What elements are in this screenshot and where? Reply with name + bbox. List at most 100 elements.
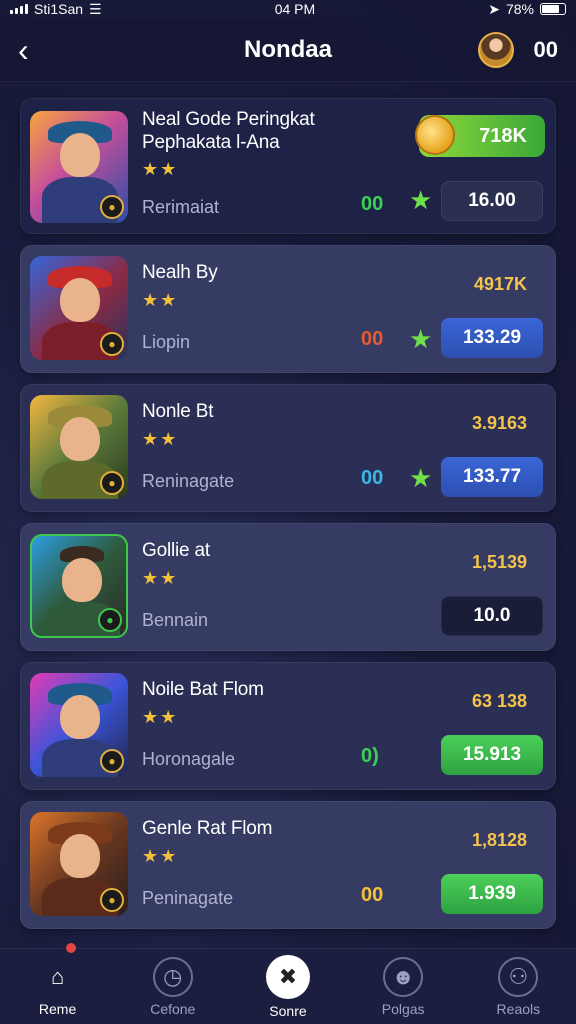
item-score: 0) bbox=[361, 745, 379, 767]
coin-balance[interactable]: 718K bbox=[415, 115, 545, 157]
price-button[interactable]: 133.77 bbox=[441, 457, 543, 497]
star-icon: ★ bbox=[160, 290, 177, 310]
header: ‹ Nondaa 00 bbox=[0, 18, 576, 82]
list-item[interactable]: ● Neal Gode Peringkat Pephakata l-Ana ★ ★… bbox=[20, 98, 556, 234]
carrier-name: Sti1San bbox=[34, 1, 84, 17]
status-bar: Sti1San ☰ 04 PM ➤ 78% bbox=[0, 0, 576, 18]
face-shape bbox=[60, 417, 100, 461]
status-time: 04 PM bbox=[274, 1, 316, 17]
star-icon: ★ bbox=[142, 290, 159, 310]
list-item[interactable]: ● Genle Rat Flom ★ ★ Peninagate 1,8128 00… bbox=[20, 801, 556, 929]
tab-bar: ⌂ Reme ◷ Cefone ✖ Sonre ☻ Polgas ⚇ Reaol… bbox=[0, 942, 576, 1024]
star-icon: ★ bbox=[142, 707, 159, 727]
person-icon: ⚇ bbox=[498, 956, 539, 997]
level-badge-icon: ● bbox=[100, 195, 124, 219]
level-badge-icon: ● bbox=[100, 332, 124, 356]
game-thumbnail: ● bbox=[30, 673, 128, 777]
avatar[interactable] bbox=[477, 31, 514, 68]
list-item[interactable]: ● Noile Bat Flom ★ ★ Horonagale 63 138 0)… bbox=[20, 662, 556, 790]
price-button[interactable]: 15.913 bbox=[441, 735, 543, 775]
header-right: 00 bbox=[477, 31, 558, 68]
tab-cefone[interactable]: ◷ Cefone bbox=[123, 956, 223, 1017]
header-count: 00 bbox=[533, 36, 558, 62]
list-item[interactable]: ● Nealh By ★ ★ Liopin 4917K 00 ★ 133.29 bbox=[20, 245, 556, 373]
location-icon: ➤ bbox=[488, 0, 500, 17]
item-score: 00 bbox=[361, 884, 384, 906]
star-icon: ★ bbox=[142, 568, 159, 588]
star-icon: ★ bbox=[160, 429, 177, 449]
tab-reaols[interactable]: ⚇ Reaols bbox=[468, 956, 568, 1017]
green-star-icon: ★ bbox=[409, 463, 433, 493]
rating-stars: ★ ★ bbox=[142, 568, 176, 589]
rating-stars: ★ ★ bbox=[142, 429, 176, 450]
star-icon: ★ bbox=[142, 159, 159, 179]
notification-dot bbox=[65, 942, 76, 953]
price-button[interactable]: 10.0 bbox=[441, 596, 543, 636]
status-left: Sti1San ☰ bbox=[10, 1, 102, 18]
clock-icon: ◷ bbox=[152, 956, 193, 997]
face-shape bbox=[60, 278, 100, 322]
game-thumbnail: ● bbox=[30, 395, 128, 499]
star-icon: ★ bbox=[142, 846, 159, 866]
signal-icon bbox=[10, 4, 28, 14]
rating-stars: ★ ★ bbox=[142, 290, 176, 311]
price-button[interactable]: 1.939 bbox=[441, 874, 543, 914]
status-right: ➤ 78% bbox=[488, 1, 566, 18]
star-icon: ★ bbox=[160, 846, 177, 866]
star-icon: ★ bbox=[160, 159, 177, 179]
green-star-icon: ★ bbox=[409, 185, 433, 215]
price-button[interactable]: 16.00 bbox=[441, 181, 543, 221]
cross-icon: ✖ bbox=[265, 954, 310, 999]
coin-icon bbox=[415, 115, 455, 155]
item-rating: 1,5139 bbox=[471, 552, 527, 572]
game-thumbnail: ● bbox=[30, 534, 128, 638]
item-title: Genle Rat Flom bbox=[142, 818, 273, 839]
rating-stars: ★ ★ bbox=[142, 159, 176, 180]
tab-label: Reme bbox=[38, 1000, 77, 1017]
item-subtitle: Horonagale bbox=[142, 749, 236, 769]
tab-polgas[interactable]: ☻ Polgas bbox=[353, 956, 453, 1017]
list-item[interactable]: ● Nonle Bt ★ ★ Reninagate 3.9163 00 ★ 133… bbox=[20, 384, 556, 512]
face-icon: ☻ bbox=[383, 956, 424, 997]
tab-home[interactable]: ⌂ Reme bbox=[8, 942, 108, 1017]
tab-label: Cefone bbox=[150, 1000, 196, 1017]
item-subtitle: Reninagate bbox=[142, 471, 235, 491]
level-badge-icon: ● bbox=[100, 471, 124, 495]
item-score: 00 bbox=[361, 193, 384, 215]
tab-label: Reaols bbox=[496, 1000, 541, 1017]
item-subtitle: Peninagate bbox=[142, 888, 234, 908]
tab-sonre[interactable]: ✖ Sonre bbox=[238, 954, 338, 1019]
game-list: ● Neal Gode Peringkat Pephakata l-Ana ★ ★… bbox=[20, 98, 556, 940]
battery-icon bbox=[540, 3, 566, 15]
star-icon: ★ bbox=[160, 568, 177, 588]
face-shape bbox=[60, 133, 100, 177]
item-score: 00 bbox=[361, 328, 384, 350]
item-subtitle: Rerimaiat bbox=[142, 197, 220, 217]
level-badge-icon: ● bbox=[100, 749, 124, 773]
star-icon: ★ bbox=[160, 707, 177, 727]
price-button[interactable]: 133.29 bbox=[441, 318, 543, 358]
battery-percent: 78% bbox=[505, 1, 534, 17]
game-thumbnail: ● bbox=[30, 256, 128, 360]
item-title-line1: Neal Gode Peringkat bbox=[142, 109, 315, 130]
face-shape bbox=[60, 834, 100, 878]
list-item[interactable]: ● Gollie at ★ ★ Bennain 1,5139 10.0 bbox=[20, 523, 556, 651]
coin-amount: 718K bbox=[479, 124, 527, 147]
rating-stars: ★ ★ bbox=[142, 707, 176, 728]
star-icon: ★ bbox=[142, 429, 159, 449]
face-shape bbox=[60, 695, 100, 739]
item-subtitle: Liopin bbox=[142, 332, 191, 352]
item-rating: 4917K bbox=[473, 274, 527, 294]
item-score: 00 bbox=[361, 467, 384, 489]
face-shape bbox=[62, 558, 102, 602]
tab-label: Sonre bbox=[269, 1002, 307, 1019]
item-title: Neal Gode Peringkat Pephakata l-Ana bbox=[142, 109, 315, 155]
item-rating: 1,8128 bbox=[471, 830, 527, 850]
item-title: Nealh By bbox=[142, 262, 218, 283]
game-thumbnail: ● bbox=[30, 111, 128, 223]
wifi-icon: ☰ bbox=[89, 0, 102, 17]
item-title: Nonle Bt bbox=[142, 401, 214, 422]
item-title-line2: Pephakata l-Ana bbox=[142, 131, 280, 153]
back-button[interactable]: ‹ bbox=[18, 34, 48, 66]
home-icon: ⌂ bbox=[50, 963, 65, 989]
